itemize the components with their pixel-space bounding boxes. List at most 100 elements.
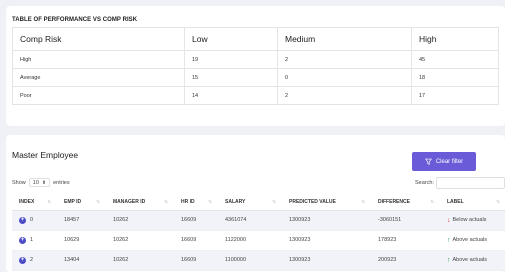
expand-row-icon[interactable]: + bbox=[19, 236, 26, 244]
cell-low: 14 bbox=[184, 86, 278, 105]
search-label: Search: bbox=[415, 180, 434, 186]
column-header-hr-id[interactable]: HR ID ⇅ bbox=[174, 194, 218, 211]
header-comp-risk: Comp Risk bbox=[12, 27, 185, 51]
table-row[interactable]: +1 10629 10262 16609 1122000 1300923 178… bbox=[12, 230, 505, 251]
label-text: Above actuals bbox=[452, 237, 488, 243]
emp-id-cell: 10629 bbox=[57, 230, 106, 251]
column-label: DIFFERENCE bbox=[378, 198, 410, 205]
arrow-up-icon: ↑ bbox=[447, 256, 451, 264]
performance-card: TABLE OF PERFORMANCE VS COMP RISK Comp R… bbox=[6, 6, 505, 126]
arrow-down-icon: ↓ bbox=[447, 216, 451, 224]
performance-header-row: Comp Risk Low Medium High bbox=[12, 27, 499, 51]
expand-row-icon[interactable]: + bbox=[19, 256, 26, 264]
column-label: LABEL bbox=[447, 198, 464, 205]
column-label: HR ID bbox=[181, 198, 195, 205]
row-label: High bbox=[12, 50, 185, 69]
entries-control: Show 10 ⬍ entries bbox=[12, 178, 70, 187]
index-cell: +0 bbox=[12, 210, 57, 231]
column-header-index[interactable]: INDEX ⇅ bbox=[12, 194, 57, 211]
table-row[interactable]: +2 13404 10262 16609 1100000 1300923 200… bbox=[12, 250, 505, 271]
index-cell: +1 bbox=[12, 230, 57, 251]
performance-row: Average 15 0 18 bbox=[12, 68, 499, 87]
predicted-value-cell: 1300923 bbox=[282, 250, 371, 271]
difference-cell: -3060151 bbox=[371, 210, 440, 231]
master-employee-card: Master Employee Clear filter Show 10 ⬍ e… bbox=[6, 135, 505, 272]
column-header-manager-id[interactable]: MANAGER ID ⇅ bbox=[106, 194, 174, 211]
manager-id-cell: 10262 bbox=[106, 210, 174, 231]
performance-row: High 19 2 45 bbox=[12, 50, 499, 69]
manager-id-cell: 10262 bbox=[106, 230, 174, 251]
index-value: 0 bbox=[30, 217, 34, 223]
cell-low: 15 bbox=[184, 68, 278, 87]
emp-id-cell: 13404 bbox=[57, 250, 106, 271]
column-header-difference[interactable]: DIFFERENCE ⇅ bbox=[371, 194, 440, 211]
predicted-value-cell: 1300923 bbox=[282, 210, 371, 231]
sort-icon: ⇅ bbox=[430, 199, 434, 204]
sort-icon: ⇅ bbox=[496, 199, 500, 204]
label-text: Below actuals bbox=[452, 217, 487, 223]
cell-low: 19 bbox=[184, 50, 278, 69]
hr-id-cell: 16609 bbox=[174, 230, 218, 251]
column-header-label[interactable]: LABEL ⇅ bbox=[440, 194, 505, 211]
row-label: Average bbox=[12, 68, 185, 87]
column-label: PREDICTED VALUE bbox=[289, 198, 336, 205]
expand-row-icon[interactable]: + bbox=[19, 216, 26, 224]
difference-cell: 178923 bbox=[371, 230, 440, 251]
emp-id-cell: 18457 bbox=[57, 210, 106, 231]
cell-medium: 2 bbox=[277, 50, 412, 69]
column-label: EMP ID bbox=[64, 198, 82, 205]
column-label: MANAGER ID bbox=[113, 198, 146, 205]
employee-table: INDEX ⇅ EMP ID ⇅ MANAGER ID ⇅ HR ID ⇅ SALARY… bbox=[12, 194, 505, 271]
column-header-salary[interactable]: SALARY ⇅ bbox=[218, 194, 282, 211]
sort-icon: ⇅ bbox=[272, 199, 276, 204]
label-cell: ↓ Below actuals bbox=[440, 210, 505, 231]
sort-icon: ⇅ bbox=[96, 199, 100, 204]
arrow-up-icon: ↑ bbox=[447, 236, 451, 244]
search-control: Search: bbox=[415, 177, 505, 189]
cell-medium: 0 bbox=[277, 68, 412, 87]
sort-icon: ⇅ bbox=[208, 199, 212, 204]
column-label: INDEX bbox=[19, 198, 35, 205]
column-label: SALARY bbox=[225, 198, 246, 205]
index-cell: +2 bbox=[12, 250, 57, 271]
header-low: Low bbox=[184, 27, 278, 51]
sort-icon: ⇅ bbox=[164, 199, 168, 204]
label-text: Above actuals bbox=[452, 257, 488, 263]
column-header-predicted-value[interactable]: PREDICTED VALUE ⇅ bbox=[282, 194, 371, 211]
employee-header-row: INDEX ⇅ EMP ID ⇅ MANAGER ID ⇅ HR ID ⇅ SALARY… bbox=[12, 194, 505, 211]
header-medium: Medium bbox=[277, 27, 412, 51]
performance-row: Poor 14 2 17 bbox=[12, 86, 499, 105]
header-high: High bbox=[411, 27, 499, 51]
hr-id-cell: 16609 bbox=[174, 210, 218, 231]
performance-table-title: TABLE OF PERFORMANCE VS COMP RISK bbox=[12, 17, 138, 23]
filter-icon bbox=[424, 158, 432, 165]
search-input[interactable] bbox=[435, 177, 505, 189]
salary-cell: 1122000 bbox=[218, 230, 282, 251]
index-value: 2 bbox=[30, 257, 34, 263]
predicted-value-cell: 1300923 bbox=[282, 230, 371, 251]
clear-filter-label: Clear filter bbox=[435, 158, 464, 165]
table-row[interactable]: +0 18457 10262 16609 4361074 1300923 -30… bbox=[12, 210, 505, 231]
cell-medium: 2 bbox=[277, 86, 412, 105]
entries-select[interactable]: 10 ⬍ bbox=[28, 178, 51, 187]
master-employee-title: Master Employee bbox=[12, 150, 79, 160]
column-header-emp-id[interactable]: EMP ID ⇅ bbox=[57, 194, 106, 211]
sort-icon: ⇅ bbox=[47, 199, 51, 204]
difference-cell: 200923 bbox=[371, 250, 440, 271]
row-label: Poor bbox=[12, 86, 185, 105]
index-value: 1 bbox=[30, 237, 34, 243]
salary-cell: 4361074 bbox=[218, 210, 282, 231]
manager-id-cell: 10262 bbox=[106, 250, 174, 271]
sort-icon: ⇅ bbox=[361, 199, 365, 204]
hr-id-cell: 16609 bbox=[174, 250, 218, 271]
cell-high: 17 bbox=[411, 86, 499, 105]
select-arrows-icon: ⬍ bbox=[41, 179, 47, 186]
entries-value: 10 bbox=[32, 179, 39, 186]
cell-high: 18 bbox=[411, 68, 499, 87]
show-label: Show bbox=[12, 179, 26, 186]
label-cell: ↑ Above actuals bbox=[440, 250, 505, 271]
label-cell: ↑ Above actuals bbox=[440, 230, 505, 251]
salary-cell: 1100000 bbox=[218, 250, 282, 271]
performance-table: Comp Risk Low Medium High High 19 2 45 A… bbox=[12, 27, 499, 105]
clear-filter-button[interactable]: Clear filter bbox=[412, 152, 476, 171]
